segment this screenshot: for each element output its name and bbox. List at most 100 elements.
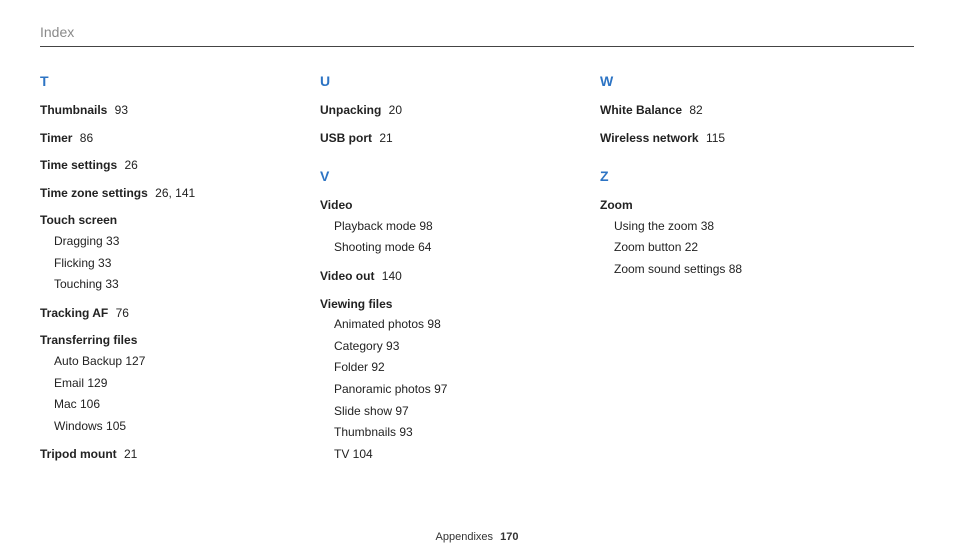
- index-subentry-label: Category: [334, 339, 383, 353]
- index-page-ref[interactable]: 98: [416, 219, 433, 233]
- index-page-ref[interactable]: 76: [112, 306, 129, 320]
- index-term: Thumbnails: [40, 103, 107, 117]
- index-entry: VideoPlayback mode 98Shooting mode 64: [320, 198, 540, 257]
- index-page-ref[interactable]: 86: [76, 131, 93, 145]
- index-page-ref[interactable]: 33: [103, 234, 120, 248]
- index-entry: Unpacking 20: [320, 103, 540, 119]
- footer-page-number: 170: [500, 531, 518, 543]
- index-subentry: Animated photos 98: [334, 315, 540, 334]
- index-page-ref[interactable]: 21: [121, 447, 138, 461]
- index-page-ref[interactable]: 26: [121, 158, 138, 172]
- index-page-ref[interactable]: 93: [111, 103, 128, 117]
- index-page-ref[interactable]: 21: [376, 131, 393, 145]
- index-page-ref[interactable]: 105: [103, 419, 126, 433]
- index-subentry: Zoom button 22: [614, 238, 820, 257]
- index-page-ref[interactable]: 38: [697, 219, 714, 233]
- index-letter: U: [320, 73, 540, 89]
- page-title: Index: [40, 24, 74, 40]
- index-subentry-label: Playback mode: [334, 219, 416, 233]
- index-subentry-label: Touching: [54, 277, 102, 291]
- index-entry: ZoomUsing the zoom 38Zoom button 22Zoom …: [600, 198, 820, 278]
- index-subentry-label: Zoom button: [614, 240, 681, 254]
- index-subentry: Shooting mode 64: [334, 238, 540, 257]
- index-entry: Tripod mount 21: [40, 447, 260, 463]
- footer-section: Appendixes: [436, 531, 494, 543]
- index-page-ref[interactable]: 129: [84, 376, 107, 390]
- index-entry: Wireless network 115: [600, 131, 820, 147]
- index-entry: Viewing files Animated photos 98 Category …: [320, 297, 540, 464]
- index-term: Viewing files: [320, 297, 392, 311]
- index-entry: Timer 86: [40, 131, 260, 147]
- index-entry: Time zone settings 26, 141: [40, 186, 260, 202]
- index-term: Transferring files: [40, 333, 137, 347]
- index-section: U Unpacking 20 USB port 21: [320, 73, 540, 146]
- index-entry: Video out 140: [320, 269, 540, 285]
- index-term: Tracking AF: [40, 306, 108, 320]
- index-subentry: Category 93: [334, 337, 540, 356]
- index-entry: White Balance 82: [600, 103, 820, 119]
- index-entry: Thumbnails 93: [40, 103, 260, 119]
- index-page-ref[interactable]: 97: [431, 382, 448, 396]
- index-subentry: Thumbnails 93: [334, 423, 540, 442]
- index-page-ref[interactable]: 93: [383, 339, 400, 353]
- index-subentry-label: Zoom sound settings: [614, 262, 725, 276]
- index-subentry-label: Animated photos: [334, 317, 424, 331]
- index-section: ZZoomUsing the zoom 38Zoom button 22Zoom…: [600, 168, 820, 278]
- index-entry: Tracking AF 76: [40, 306, 260, 322]
- index-term: USB port: [320, 131, 372, 145]
- page-header: Index: [40, 24, 914, 47]
- index-page-ref[interactable]: 33: [102, 277, 119, 291]
- index-subentry: Flicking 33: [54, 254, 260, 273]
- index-term: Tripod mount: [40, 447, 117, 461]
- page-footer: Appendixes 170: [0, 531, 954, 543]
- index-term: Touch screen: [40, 213, 117, 227]
- index-page-ref[interactable]: 20: [385, 103, 402, 117]
- index-subentry: Using the zoom 38: [614, 217, 820, 236]
- index-subentry: Mac 106: [54, 395, 260, 414]
- index-page-ref[interactable]: 93: [396, 425, 413, 439]
- index-term: Wireless network: [600, 131, 699, 145]
- index-term: Video: [320, 198, 352, 212]
- index-letter: V: [320, 168, 540, 184]
- index-column-1: TThumbnails 93Timer 86Time settings 26Ti…: [40, 73, 260, 485]
- index-page-ref[interactable]: 104: [349, 447, 372, 461]
- index-subentry-label: Thumbnails: [334, 425, 396, 439]
- index-entry: Transferring filesAuto Backup 127Email 1…: [40, 333, 260, 435]
- index-subentry: Auto Backup 127: [54, 352, 260, 371]
- index-page-ref[interactable]: 92: [368, 360, 385, 374]
- index-page-ref[interactable]: 88: [725, 262, 742, 276]
- index-subentry-label: Dragging: [54, 234, 103, 248]
- index-page-ref[interactable]: 64: [415, 240, 432, 254]
- index-subentry-label: Folder: [334, 360, 368, 374]
- index-page-ref[interactable]: 26, 141: [152, 186, 195, 200]
- index-section: TThumbnails 93Timer 86Time settings 26Ti…: [40, 73, 260, 463]
- index-page-ref[interactable]: 106: [77, 397, 100, 411]
- index-subentry-label: Windows: [54, 419, 103, 433]
- index-entry: Touch screenDragging 33Flicking 33Touchi…: [40, 213, 260, 293]
- index-subentry-label: Panoramic photos: [334, 382, 431, 396]
- index-page-ref[interactable]: 22: [681, 240, 698, 254]
- index-term: Zoom: [600, 198, 633, 212]
- index-term: White Balance: [600, 103, 682, 117]
- index-page-ref[interactable]: 140: [378, 269, 401, 283]
- index-entry: USB port 21: [320, 131, 540, 147]
- index-page-ref[interactable]: 127: [122, 354, 145, 368]
- index-page-ref[interactable]: 115: [703, 131, 725, 145]
- index-subentry-label: Shooting mode: [334, 240, 415, 254]
- index-subentry-label: Mac: [54, 397, 77, 411]
- index-term: Unpacking: [320, 103, 381, 117]
- index-page-ref[interactable]: 82: [686, 103, 703, 117]
- index-letter: Z: [600, 168, 820, 184]
- index-subentry: Slide show 97: [334, 402, 540, 421]
- index-term: Timer: [40, 131, 72, 145]
- index-subentry-label: Using the zoom: [614, 219, 697, 233]
- index-page-ref[interactable]: 98: [424, 317, 441, 331]
- index-subentry: Touching 33: [54, 275, 260, 294]
- index-subentry: Folder 92: [334, 358, 540, 377]
- index-subentry: Playback mode 98: [334, 217, 540, 236]
- index-letter: T: [40, 73, 260, 89]
- index-subentry: Panoramic photos 97: [334, 380, 540, 399]
- index-subentry: TV 104: [334, 445, 540, 464]
- index-page-ref[interactable]: 33: [95, 256, 112, 270]
- index-page-ref[interactable]: 97: [392, 404, 409, 418]
